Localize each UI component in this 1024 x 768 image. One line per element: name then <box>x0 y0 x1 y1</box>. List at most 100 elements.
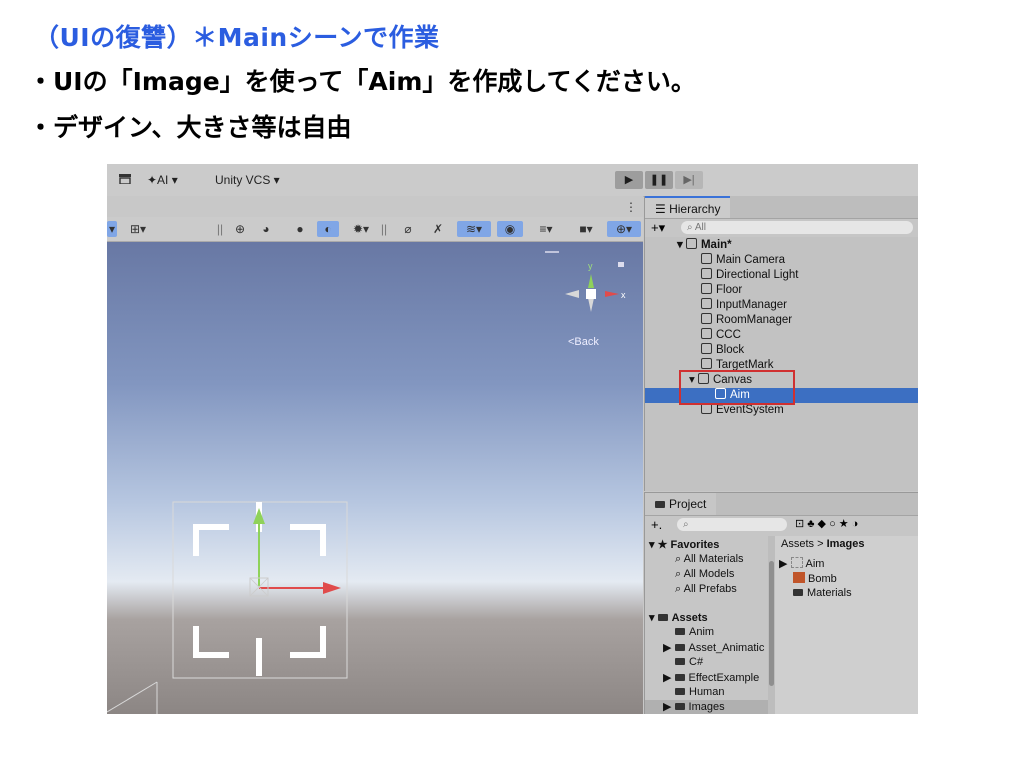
scene-tab-area: ⋮ <box>107 196 643 217</box>
list-item[interactable]: Block <box>645 343 918 358</box>
gizmo-layers-icon[interactable]: ≡▾ <box>529 221 563 237</box>
project-search-input[interactable]: ⌕ <box>677 518 787 531</box>
shading-icon[interactable]: ● <box>291 221 309 237</box>
fx-icon[interactable]: ✗ <box>427 221 449 237</box>
list-item[interactable]: Materials <box>793 587 852 599</box>
list-item[interactable]: Anim <box>675 626 714 638</box>
audio-mute-icon[interactable]: ⌀ <box>397 221 419 237</box>
archive-icon[interactable] <box>119 173 131 187</box>
list-item[interactable]: InputManager <box>645 298 918 313</box>
breadcrumb: Assets > Images <box>781 538 865 550</box>
list-item[interactable]: EventSystem <box>645 403 918 418</box>
effects-icon[interactable]: ✹▾ <box>347 221 375 237</box>
item-label: All Models <box>683 568 735 580</box>
wireframe-toggle-icon[interactable]: ◐ <box>317 221 339 237</box>
lighting-icon[interactable]: ◕ <box>257 221 275 237</box>
camera-icon[interactable]: ■▾ <box>569 221 603 237</box>
ai-menu[interactable]: ✦AI ▾ <box>147 173 178 187</box>
grid-snap-icon[interactable]: ⊞▾ <box>121 221 155 237</box>
project-folder-tree: ▾ ★ Favorites ⌕ All Materials ⌕ All Mode… <box>645 536 768 714</box>
item-label: Asset_Animatic <box>688 642 765 654</box>
list-item[interactable]: ▶ Aim <box>779 557 824 570</box>
unity-vcs-menu[interactable]: Unity VCS ▾ <box>215 173 280 187</box>
item-label: All Prefabs <box>683 583 737 595</box>
list-item[interactable]: Floor <box>645 283 918 298</box>
list-item[interactable]: C# <box>675 656 703 668</box>
gizmos-toggle-icon[interactable]: ⊕▾ <box>607 221 641 237</box>
list-item[interactable]: ▶ Asset_Animatic <box>663 641 768 654</box>
unity-scene-icon <box>685 238 697 249</box>
gizmo-y-label: y <box>588 261 593 271</box>
list-item[interactable]: ⌕ All Models <box>675 568 734 581</box>
more-menu-icon[interactable]: ⋮ <box>625 200 637 214</box>
hierarchy-tab-label: Hierarchy <box>669 202 721 216</box>
visibility-eye-icon[interactable]: ◉ <box>497 221 523 237</box>
scrollbar-thumb[interactable] <box>769 561 774 686</box>
gameobject-icon <box>701 253 712 264</box>
hierarchy-search-input[interactable]: ⌕ All <box>681 221 913 234</box>
item-label: EffectExample <box>688 672 760 684</box>
assets-row[interactable]: ▾ Assets <box>649 611 708 624</box>
scene-orientation-gizmo-icon[interactable] <box>565 274 619 312</box>
item-label: Floor <box>716 284 743 296</box>
step-button[interactable]: ▶| <box>675 171 703 189</box>
scene-row-main[interactable]: ▾ Main* <box>645 238 918 253</box>
unity-editor-screenshot: ✦AI ▾ Unity VCS ▾ ▶ ❚❚ ▶| ⋮ ▾ ⊞▾ || ⊕ ◕ … <box>107 164 918 714</box>
item-label: C# <box>689 656 704 668</box>
folder-icon <box>793 589 803 596</box>
folder-open-icon <box>657 614 668 621</box>
project-tabbar: Project <box>645 493 918 516</box>
toolbar-divider: || <box>216 222 224 236</box>
tab-project[interactable]: Project <box>645 493 717 515</box>
back-view-label[interactable]: <Back <box>568 336 599 348</box>
gameobject-icon <box>701 343 712 354</box>
list-item[interactable]: Bomb <box>793 572 837 585</box>
item-label: Images <box>688 701 725 713</box>
draw-mode-dropdown[interactable]: ▾ <box>107 221 117 237</box>
gizmo-x-label: x <box>621 290 626 300</box>
lock-icon[interactable] <box>618 262 624 267</box>
breadcrumb-separator: > <box>817 538 824 550</box>
view-2d-icon[interactable]: ⊕ <box>231 221 249 237</box>
project-scrollbar[interactable] <box>768 536 775 714</box>
folder-icon <box>675 658 685 665</box>
favorites-row[interactable]: ▾ ★ Favorites <box>649 538 719 551</box>
list-item[interactable]: ▶ EffectExample <box>663 671 768 684</box>
favorites-label: Favorites <box>670 539 720 551</box>
list-item[interactable]: Main Camera <box>645 253 918 268</box>
folder-icon <box>675 688 685 695</box>
list-item[interactable]: CCC <box>645 328 918 343</box>
pause-button[interactable]: ❚❚ <box>645 171 673 189</box>
gameobject-icon <box>701 298 712 309</box>
add-icon[interactable]: +▾ <box>651 220 665 236</box>
filter-icons[interactable]: ⊡ ♣ ◆ ○ ★ ◑ <box>795 517 858 530</box>
scene-view[interactable]: y x <Back <box>107 242 643 714</box>
item-label: Materials <box>807 587 852 599</box>
project-panel: Project +. ⌕ ⊡ ♣ ◆ ○ ★ ◑ ▾ ★ Favorites ⌕… <box>644 492 918 714</box>
list-item[interactable]: RoomManager <box>645 313 918 328</box>
item-label: All Materials <box>683 553 744 565</box>
gameobject-icon <box>701 328 712 339</box>
list-item[interactable]: Directional Light <box>645 268 918 283</box>
item-label: EventSystem <box>716 404 784 416</box>
list-item[interactable]: Human <box>675 686 724 698</box>
bullet-1: ・UIの「Image」を使って「Aim」を作成してください。 <box>28 67 696 96</box>
toolbar-divider: || <box>380 222 388 236</box>
add-icon[interactable]: +. <box>651 517 662 532</box>
item-label: Block <box>716 344 745 356</box>
move-tool-gizmo-icon[interactable] <box>249 508 341 597</box>
folder-icon <box>675 628 685 635</box>
breadcrumb-assets[interactable]: Assets <box>781 538 814 550</box>
list-item-images-selected[interactable]: ▶ Images <box>645 700 768 714</box>
folder-icon <box>674 674 685 681</box>
list-item[interactable]: ⌕ All Prefabs <box>675 583 737 596</box>
list-item[interactable]: ⌕ All Materials <box>675 553 744 566</box>
slide-title: （UIの復讐）＊Mainシーンで作業 <box>34 23 440 52</box>
layers-icon[interactable]: ≋▾ <box>457 221 491 237</box>
play-button[interactable]: ▶ <box>615 171 643 189</box>
hierarchy-panel: ☰ Hierarchy +▾ ⌕ All ▾ Main* Main Camera… <box>644 196 918 491</box>
annotation-highlight-box <box>679 370 795 405</box>
item-label: Anim <box>689 626 715 638</box>
tab-hierarchy[interactable]: ☰ Hierarchy <box>645 196 731 218</box>
breadcrumb-images[interactable]: Images <box>827 538 865 550</box>
